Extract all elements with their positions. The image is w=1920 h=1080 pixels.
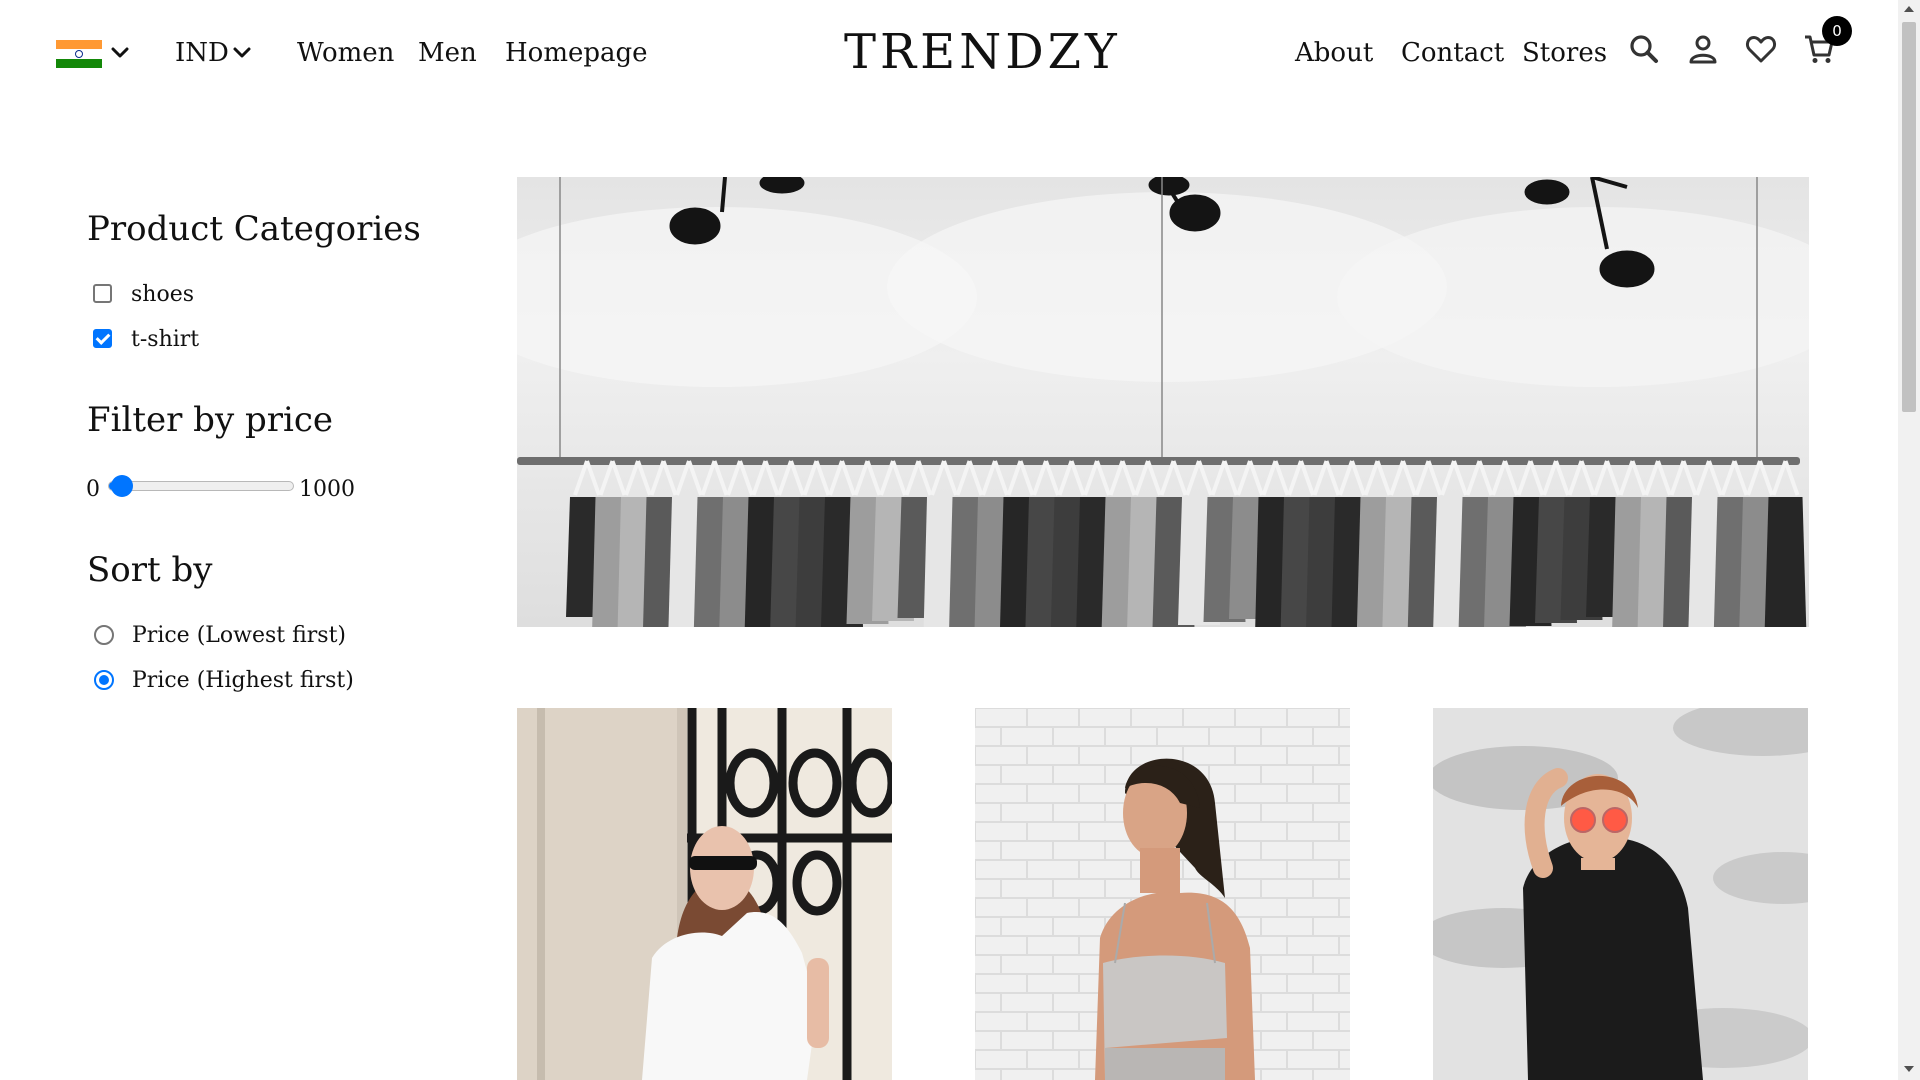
page-scrollbar[interactable] [1898, 0, 1920, 1080]
brand-logo[interactable]: TRENDZY [844, 24, 1121, 80]
product-card-image-3[interactable] [1433, 708, 1808, 1080]
category-checkbox-shoes[interactable] [93, 284, 112, 303]
category-label-t-shirt[interactable]: t-shirt [131, 326, 199, 354]
site-header: IND Women Men Homepage TRENDZY About Con… [0, 0, 1898, 104]
india-flag-icon[interactable] [56, 40, 102, 68]
scroll-thumb[interactable] [1902, 22, 1916, 412]
heart-icon[interactable] [1744, 32, 1778, 66]
flag-band-green [56, 58, 102, 68]
price-filter-title: Filter by price [87, 400, 334, 440]
flag-band-saffron [56, 40, 102, 50]
sort-label-highest-first[interactable]: Price (Highest first) [132, 667, 354, 695]
currency-chevron-down-icon[interactable] [232, 43, 252, 63]
price-range-slider[interactable] [108, 481, 294, 491]
hero-banner-image [517, 177, 1809, 627]
country-chevron-down-icon[interactable] [110, 43, 130, 63]
scroll-down-arrow-icon[interactable] [1904, 1066, 1914, 1072]
sort-label-lowest-first[interactable]: Price (Lowest first) [132, 622, 346, 650]
product-card-image-2[interactable] [975, 708, 1350, 1080]
nav-contact[interactable]: Contact [1401, 36, 1504, 70]
sort-radio-highest-first[interactable] [94, 670, 114, 690]
price-max-label: 1000 [299, 477, 355, 502]
price-range-thumb[interactable] [111, 475, 134, 497]
nav-stores[interactable]: Stores [1522, 36, 1607, 70]
category-checkbox-t-shirt[interactable] [93, 329, 112, 348]
categories-title: Product Categories [87, 209, 421, 249]
nav-men[interactable]: Men [418, 36, 477, 70]
scroll-up-arrow-icon[interactable] [1904, 6, 1914, 12]
flag-chakra [75, 50, 83, 58]
nav-women[interactable]: Women [297, 36, 394, 70]
product-card-image-1[interactable] [517, 708, 892, 1080]
nav-homepage[interactable]: Homepage [505, 36, 648, 70]
search-icon[interactable] [1627, 32, 1661, 66]
user-icon[interactable] [1686, 32, 1720, 66]
price-min-label: 0 [86, 477, 100, 502]
cart-count-badge: 0 [1822, 16, 1852, 46]
sort-title: Sort by [87, 550, 213, 590]
nav-about[interactable]: About [1295, 36, 1373, 70]
category-label-shoes[interactable]: shoes [131, 281, 194, 309]
currency-selector[interactable]: IND [175, 36, 229, 70]
sort-radio-lowest-first[interactable] [94, 625, 114, 645]
